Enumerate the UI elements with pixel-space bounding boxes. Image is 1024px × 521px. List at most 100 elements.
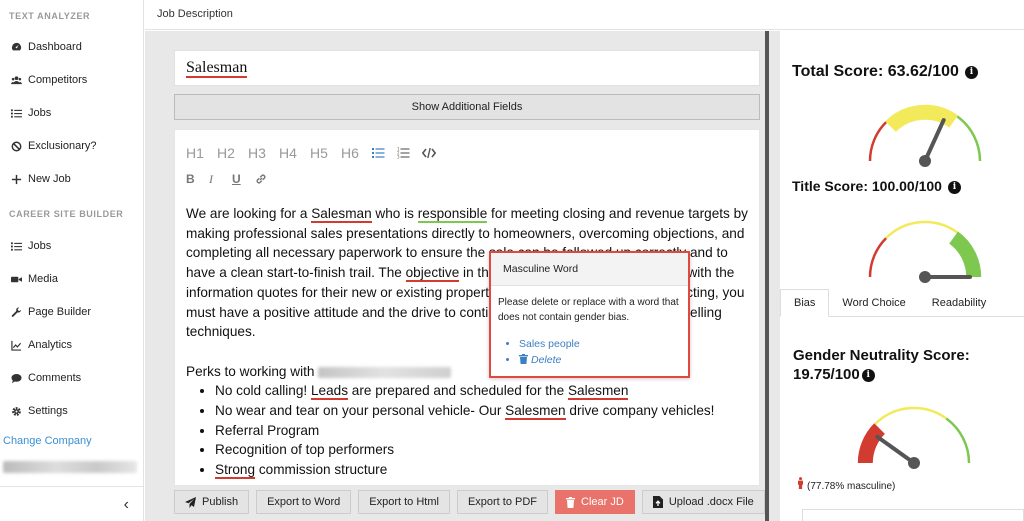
popup-title: Masculine Word: [491, 253, 688, 286]
sidebar-item-site-jobs[interactable]: Jobs: [0, 234, 143, 258]
italic-button[interactable]: I: [209, 172, 232, 186]
title-score-title: Title Score: 100.00/100 i: [792, 178, 961, 194]
show-additional-fields-button[interactable]: Show Additional Fields: [174, 94, 760, 120]
h5-button[interactable]: H5: [310, 145, 341, 161]
upload-docx-button[interactable]: Upload .docx File: [641, 490, 765, 514]
sidebar-item-label: Dashboard: [28, 41, 82, 53]
gauge-hub: [919, 155, 931, 167]
editor-toolbar-format: B I U: [186, 172, 278, 186]
delete-word-option[interactable]: Delete: [519, 352, 688, 368]
collapse-sidebar-button[interactable]: ‹: [0, 486, 143, 521]
sidebar: TEXT ANALYZER Dashboard Competitors Jobs…: [0, 0, 144, 521]
flagged-word[interactable]: responsible: [417, 206, 488, 223]
h6-button[interactable]: H6: [341, 145, 372, 161]
company-name-redacted: [3, 461, 137, 473]
sidebar-item-settings[interactable]: Settings: [0, 399, 143, 423]
gear-icon: [10, 405, 22, 417]
gauge-needle: [923, 118, 946, 163]
dashboard-icon: [10, 41, 22, 53]
publish-button[interactable]: Publish: [174, 490, 250, 514]
gauge-hub: [908, 457, 920, 469]
tab-bias[interactable]: Bias: [780, 289, 830, 317]
video-icon: [10, 273, 22, 285]
score-panel: Total Score: 63.62/100 i Title Score: 100…: [769, 31, 1024, 521]
sidebar-item-label: Page Builder: [28, 306, 91, 318]
flagged-word[interactable]: Leads: [310, 383, 349, 401]
sidebar-item-label: Analytics: [28, 339, 73, 351]
chart-icon: [10, 339, 22, 351]
list-item: Strong commission structure: [215, 460, 751, 480]
company-name-redacted: [318, 366, 452, 378]
sidebar-item-label: Competitors: [28, 74, 88, 86]
sidebar-item-media[interactable]: Media: [0, 267, 143, 291]
flagged-word[interactable]: Salesmen: [505, 403, 566, 421]
code-icon[interactable]: [422, 146, 447, 160]
perks-list: No cold calling! Leads are prepared and …: [186, 381, 751, 480]
link-icon[interactable]: [255, 172, 278, 186]
gender-neutrality-title: Gender Neutrality Score: 19.75/100 i: [793, 347, 970, 383]
bullet-list-icon[interactable]: [372, 146, 397, 160]
sidebar-item-page-builder[interactable]: Page Builder: [0, 300, 143, 324]
gauge-green-arc: [948, 231, 982, 278]
users-icon: [10, 74, 22, 86]
sidebar-item-comments[interactable]: Comments: [0, 366, 143, 390]
sidebar-item-label: Settings: [28, 405, 68, 417]
info-icon[interactable]: i: [964, 66, 978, 79]
tab-readability[interactable]: Readability: [919, 289, 999, 317]
export-word-button[interactable]: Export to Word: [256, 490, 352, 514]
suggestion-sales-people[interactable]: Sales people: [519, 336, 688, 352]
gauge-green-arc: [956, 115, 982, 162]
sidebar-item-analytics[interactable]: Analytics: [0, 333, 143, 357]
trash-icon: [566, 496, 576, 508]
list-item: Referral Program: [215, 421, 751, 441]
info-icon[interactable]: i: [861, 369, 875, 382]
h4-button[interactable]: H4: [279, 145, 310, 161]
editor-action-bar: Publish Export to Word Export to Html Ex…: [174, 490, 765, 514]
plus-icon: [10, 173, 22, 185]
export-html-button[interactable]: Export to Html: [358, 490, 450, 514]
job-title-field[interactable]: Salesman: [174, 50, 760, 86]
flagged-word[interactable]: objective: [405, 265, 460, 283]
list-icon: [10, 240, 22, 252]
section-text-analyzer: TEXT ANALYZER: [9, 11, 91, 21]
sidebar-item-new-job[interactable]: New Job: [0, 167, 143, 191]
sidebar-item-label: Media: [28, 273, 58, 285]
popup-message: Please delete or replace with a word tha…: [498, 297, 679, 323]
sidebar-item-competitors[interactable]: Competitors: [0, 68, 143, 92]
masculine-percentage: (77.78% masculine): [797, 477, 895, 492]
info-icon[interactable]: i: [947, 181, 961, 194]
tab-word-choice[interactable]: Word Choice: [829, 289, 918, 317]
gauge-red-arc: [868, 237, 888, 278]
job-title-text: Salesman: [186, 59, 248, 78]
list-item: No wear and tear on your personal vehicl…: [215, 401, 751, 421]
sidebar-item-exclusionary[interactable]: Exclusionary?: [0, 134, 143, 158]
h3-button[interactable]: H3: [248, 145, 279, 161]
change-company-link[interactable]: Change Company: [3, 435, 92, 447]
gauge-red-arc: [857, 423, 886, 464]
gauge-red-arc: [868, 121, 888, 162]
send-icon: [185, 496, 196, 508]
h2-button[interactable]: H2: [217, 145, 248, 161]
gender-neutrality-gauge: [857, 406, 971, 469]
bold-button[interactable]: B: [186, 172, 209, 186]
bias-details-box: [802, 509, 1024, 521]
wrench-icon: [10, 306, 22, 318]
total-score-title: Total Score: 63.62/100 i: [792, 63, 978, 81]
h1-button[interactable]: H1: [186, 145, 217, 161]
export-pdf-button[interactable]: Export to PDF: [456, 490, 549, 514]
analysis-tabs: Bias Word Choice Readability: [780, 289, 1024, 317]
flagged-word[interactable]: Salesman: [311, 206, 372, 223]
gauge-yellow-arc: [885, 220, 959, 239]
sidebar-item-label: Comments: [28, 372, 82, 384]
clear-jd-button[interactable]: Clear JD: [555, 490, 635, 514]
sidebar-item-jobs[interactable]: Jobs: [0, 101, 143, 125]
trash-icon: [519, 354, 528, 364]
file-upload-icon: [652, 496, 663, 508]
flagged-word[interactable]: Strong: [215, 462, 256, 480]
flagged-word[interactable]: Salesmen: [567, 383, 629, 401]
male-person-icon: [797, 477, 804, 492]
underline-button[interactable]: U: [232, 172, 255, 186]
numbered-list-icon[interactable]: 123: [397, 146, 422, 160]
sidebar-item-dashboard[interactable]: Dashboard: [0, 35, 143, 59]
list-item: No cold calling! Leads are prepared and …: [215, 381, 751, 401]
